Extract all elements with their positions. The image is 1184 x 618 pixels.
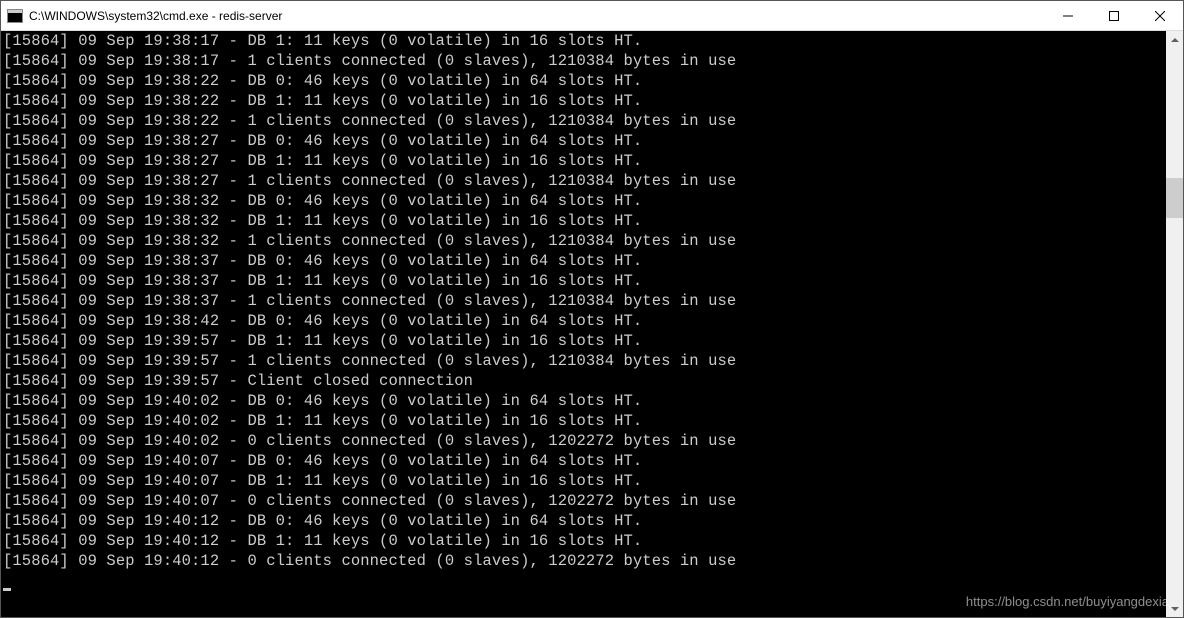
terminal-line: [15864] 09 Sep 19:38:17 - 1 clients conn… [3, 51, 1166, 71]
terminal-line: [15864] 09 Sep 19:38:27 - DB 1: 11 keys … [3, 151, 1166, 171]
terminal-cursor [3, 588, 11, 591]
window-buttons [1045, 1, 1183, 30]
scroll-down-button[interactable] [1166, 600, 1183, 617]
terminal-line: [15864] 09 Sep 19:38:32 - 1 clients conn… [3, 231, 1166, 251]
scrollbar-track[interactable] [1166, 48, 1183, 600]
client-area: [15864] 09 Sep 19:38:17 - DB 1: 11 keys … [1, 31, 1183, 617]
terminal-line: [15864] 09 Sep 19:38:17 - DB 1: 11 keys … [3, 31, 1166, 51]
scrollbar-thumb[interactable] [1166, 178, 1183, 218]
maximize-button[interactable] [1091, 1, 1137, 30]
terminal-line: [15864] 09 Sep 19:38:37 - DB 1: 11 keys … [3, 271, 1166, 291]
cmd-window: C:\WINDOWS\system32\cmd.exe - redis-serv… [0, 0, 1184, 618]
terminal-line: [15864] 09 Sep 19:38:27 - 1 clients conn… [3, 171, 1166, 191]
terminal-line: [15864] 09 Sep 19:38:22 - 1 clients conn… [3, 111, 1166, 131]
vertical-scrollbar[interactable] [1166, 31, 1183, 617]
window-title: C:\WINDOWS\system32\cmd.exe - redis-serv… [29, 9, 1045, 23]
cmd-icon [7, 9, 23, 23]
terminal-line: [15864] 09 Sep 19:38:37 - 1 clients conn… [3, 291, 1166, 311]
close-button[interactable] [1137, 1, 1183, 30]
terminal-line: [15864] 09 Sep 19:40:07 - DB 0: 46 keys … [3, 451, 1166, 471]
terminal-line: [15864] 09 Sep 19:38:42 - DB 0: 46 keys … [3, 311, 1166, 331]
terminal-line: [15864] 09 Sep 19:40:12 - 0 clients conn… [3, 551, 1166, 571]
terminal-line: [15864] 09 Sep 19:40:12 - DB 0: 46 keys … [3, 511, 1166, 531]
terminal-output[interactable]: [15864] 09 Sep 19:38:17 - DB 1: 11 keys … [1, 31, 1166, 617]
scroll-up-button[interactable] [1166, 31, 1183, 48]
terminal-line: [15864] 09 Sep 19:38:22 - DB 1: 11 keys … [3, 91, 1166, 111]
terminal-line: [15864] 09 Sep 19:39:57 - 1 clients conn… [3, 351, 1166, 371]
titlebar[interactable]: C:\WINDOWS\system32\cmd.exe - redis-serv… [1, 1, 1183, 31]
terminal-line: [15864] 09 Sep 19:38:27 - DB 0: 46 keys … [3, 131, 1166, 151]
terminal-line: [15864] 09 Sep 19:38:32 - DB 1: 11 keys … [3, 211, 1166, 231]
terminal-line: [15864] 09 Sep 19:40:02 - 0 clients conn… [3, 431, 1166, 451]
terminal-line: [15864] 09 Sep 19:40:12 - DB 1: 11 keys … [3, 531, 1166, 551]
terminal-line: [15864] 09 Sep 19:40:02 - DB 0: 46 keys … [3, 391, 1166, 411]
terminal-line: [15864] 09 Sep 19:40:07 - DB 1: 11 keys … [3, 471, 1166, 491]
terminal-line: [15864] 09 Sep 19:39:57 - DB 1: 11 keys … [3, 331, 1166, 351]
terminal-line: [15864] 09 Sep 19:40:02 - DB 1: 11 keys … [3, 411, 1166, 431]
terminal-line: [15864] 09 Sep 19:39:57 - Client closed … [3, 371, 1166, 391]
terminal-line: [15864] 09 Sep 19:38:32 - DB 0: 46 keys … [3, 191, 1166, 211]
app-icon-wrap [1, 9, 29, 23]
terminal-line: [15864] 09 Sep 19:40:07 - 0 clients conn… [3, 491, 1166, 511]
terminal-line: [15864] 09 Sep 19:38:37 - DB 0: 46 keys … [3, 251, 1166, 271]
minimize-button[interactable] [1045, 1, 1091, 30]
terminal-line: [15864] 09 Sep 19:38:22 - DB 0: 46 keys … [3, 71, 1166, 91]
